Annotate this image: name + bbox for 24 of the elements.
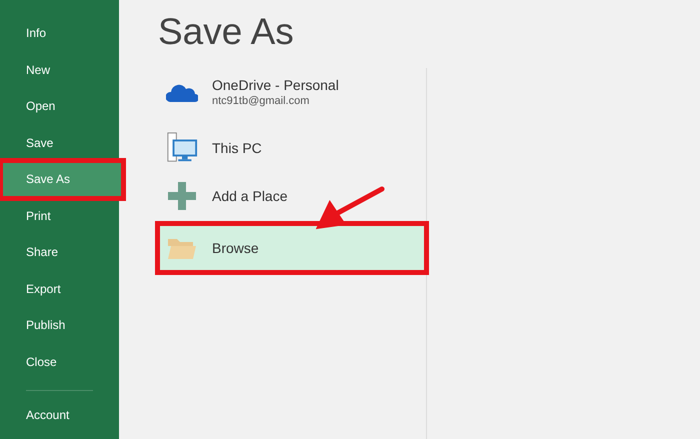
- place-title: OneDrive - Personal: [212, 77, 339, 93]
- sidebar-item[interactable]: Print: [0, 198, 119, 234]
- sidebar-item[interactable]: Account: [0, 397, 119, 434]
- page-title: Save As: [158, 10, 295, 54]
- plus-icon: [166, 182, 198, 210]
- place-item[interactable]: Add a Place: [158, 172, 426, 220]
- sidebar-item[interactable]: Publish: [0, 307, 119, 344]
- sidebar-item[interactable]: Info: [0, 15, 119, 52]
- computer-icon: [166, 132, 198, 164]
- place-title: This PC: [212, 140, 262, 156]
- place-item[interactable]: Browse: [158, 224, 426, 272]
- sidebar-item[interactable]: Open: [0, 88, 119, 124]
- place-item[interactable]: This PC: [158, 124, 426, 172]
- folder-icon: [166, 237, 198, 259]
- sidebar-item[interactable]: Save As: [1, 161, 123, 198]
- sidebar-item[interactable]: Close: [0, 344, 119, 380]
- sidebar-item[interactable]: Share: [0, 234, 119, 270]
- place-title: Add a Place: [212, 188, 288, 204]
- sidebar-item[interactable]: New: [0, 52, 119, 88]
- sidebar-item[interactable]: Save: [0, 124, 119, 161]
- account-email: ntc91tb@gmail.com: [212, 95, 310, 107]
- place-title: Browse: [212, 240, 259, 256]
- sidebar-item[interactable]: Export: [0, 270, 119, 307]
- place-item[interactable]: OneDrive - Personal ntc91tb@gmail.com: [158, 68, 426, 116]
